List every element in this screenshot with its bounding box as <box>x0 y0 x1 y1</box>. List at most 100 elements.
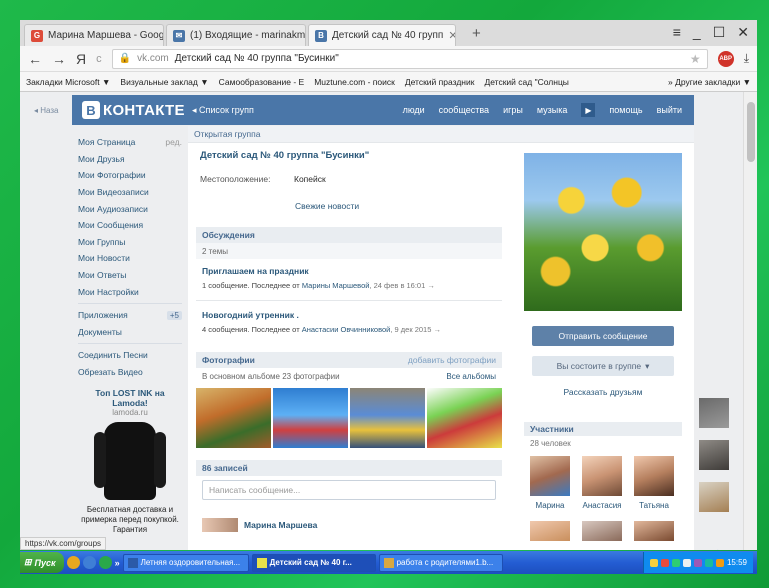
bookmark-item[interactable]: Закладки Microsoft ▼ <box>26 77 110 87</box>
sidebar-item-trim-video[interactable]: Обрезать Видео <box>78 364 182 381</box>
browser-icon[interactable] <box>66 556 80 569</box>
topic-item[interactable]: Новогодний утренник . 4 сообщения. После… <box>202 310 502 334</box>
taskbar-item-active[interactable]: Детский сад № 40 г... <box>251 553 376 572</box>
tab-google[interactable]: G Марина Маршева - Goog <box>24 24 164 46</box>
tab-vk-group[interactable]: В Детский сад № 40 групп ✕ <box>308 24 456 46</box>
avatar[interactable] <box>634 456 674 496</box>
topic-title[interactable]: Новогодний утренник . <box>202 310 502 320</box>
download-icon[interactable]: ⤓ <box>744 51 749 66</box>
member-card[interactable]: Татьяна <box>634 456 674 510</box>
avatar[interactable] <box>530 456 570 496</box>
yandex-button[interactable]: Я <box>76 51 86 67</box>
member-name[interactable]: Марина <box>536 501 565 510</box>
photo-thumb[interactable] <box>699 398 729 428</box>
all-albums-link[interactable]: Все альбомы <box>446 372 496 381</box>
avatar[interactable] <box>582 456 622 496</box>
volume-icon[interactable] <box>715 558 724 567</box>
post-author-name[interactable]: Марина Маршева <box>244 520 317 530</box>
sidebar-item-apps[interactable]: Приложения +5 <box>78 307 182 324</box>
bookmark-item[interactable]: Визуальные заклад ▼ <box>120 77 208 87</box>
tab-mail[interactable]: ✉ (1) Входящие - marinakm <box>166 24 306 46</box>
sidebar-item-messages[interactable]: Мои Сообщения <box>78 217 182 234</box>
member-name[interactable]: Татьяна <box>639 501 669 510</box>
tray-icon[interactable] <box>682 558 691 567</box>
page-scrollbar[interactable] <box>743 92 757 550</box>
maximize-button[interactable]: ☐ <box>713 24 726 41</box>
send-message-button[interactable]: Отправить сообщение <box>532 326 674 346</box>
photo-thumb[interactable] <box>350 388 425 448</box>
member-name[interactable]: Анастасия <box>582 501 621 510</box>
forward-button[interactable]: → <box>52 51 66 67</box>
tell-friends-link[interactable]: Рассказать друзьям <box>524 387 682 397</box>
minimize-button[interactable]: _ <box>693 24 701 41</box>
back-button[interactable]: ← <box>28 51 42 67</box>
photo-thumb[interactable] <box>196 388 271 448</box>
menu-music[interactable]: музыка <box>537 105 568 115</box>
other-bookmarks[interactable]: » Другие закладки ▼ <box>668 77 751 87</box>
edit-link[interactable]: ред. <box>165 137 182 147</box>
sidebar-item-photos[interactable]: Мои Фотографии <box>78 167 182 184</box>
taskbar-item[interactable]: Летняя оздоровительная... <box>122 553 249 572</box>
topic-author[interactable]: Марины Маршевой <box>302 281 370 290</box>
post-author[interactable]: Марина Маршева <box>202 518 317 532</box>
menu-help[interactable]: помощь <box>609 105 642 115</box>
tray-icon[interactable] <box>671 558 680 567</box>
vk-logo[interactable]: В КОНТАКТЕ <box>72 101 192 119</box>
fresh-news-link[interactable]: Свежие новости <box>295 201 359 211</box>
tray-icon[interactable] <box>693 558 702 567</box>
photos-header[interactable]: Фотографии добавить фотографии <box>196 352 502 368</box>
menu-games[interactable]: игры <box>503 105 523 115</box>
close-tab-icon[interactable]: ✕ <box>448 29 455 42</box>
url-field[interactable]: 🔒 vk.com Детский сад № 40 группа "Бусинк… <box>111 48 708 69</box>
tray-icon[interactable] <box>660 558 669 567</box>
sidebar-item-videos[interactable]: Мои Видеозаписи <box>78 184 182 201</box>
menu-logout[interactable]: выйти <box>657 105 682 115</box>
avatar[interactable] <box>582 521 622 541</box>
tray-icon[interactable] <box>704 558 713 567</box>
clock[interactable]: 15:59 <box>727 558 747 567</box>
sidebar-item-join-songs[interactable]: Соединить Песни <box>78 347 182 364</box>
close-window-button[interactable]: ✕ <box>737 24 749 41</box>
new-tab-button[interactable]: + <box>472 25 481 42</box>
sidebar-item-news[interactable]: Мои Новости <box>78 250 182 267</box>
members-header[interactable]: Участники <box>524 422 682 436</box>
avatar[interactable] <box>530 521 570 541</box>
tray-icon[interactable] <box>649 558 658 567</box>
back-link[interactable]: ◂ Наза <box>34 106 59 115</box>
wall-post-input[interactable]: Написать сообщение... <box>202 480 496 500</box>
bookmark-item[interactable]: Детский праздник <box>405 77 475 87</box>
topic-author[interactable]: Анастасии Овчинниковой <box>302 325 391 334</box>
photo-thumb[interactable] <box>273 388 348 448</box>
menu-communities[interactable]: сообщества <box>439 105 489 115</box>
adblock-icon[interactable]: ABP <box>717 50 734 67</box>
sidebar-item-groups[interactable]: Мои Группы <box>78 234 182 251</box>
scrollbar-thumb[interactable] <box>747 102 755 162</box>
bookmark-item[interactable]: Детский сад "Солнцы <box>484 77 568 87</box>
topic-title[interactable]: Приглашаем на праздник <box>202 266 502 276</box>
sidebar-item-audio[interactable]: Мои Аудиозаписи <box>78 200 182 217</box>
reload-icon[interactable]: c <box>96 53 102 65</box>
bookmark-item[interactable]: Самообразование - E <box>219 77 305 87</box>
wall-header[interactable]: 86 записей <box>196 460 502 476</box>
media-icon[interactable] <box>98 556 112 569</box>
ad-block[interactable]: Топ LOST INK на Lamoda! lamoda.ru Беспла… <box>78 388 182 534</box>
play-icon[interactable]: ▶ <box>581 103 596 117</box>
photo-thumb[interactable] <box>427 388 502 448</box>
sidebar-item-settings[interactable]: Мои Настройки <box>78 283 182 300</box>
photo-thumb[interactable] <box>699 440 729 470</box>
sidebar-item-documents[interactable]: Документы <box>78 324 182 341</box>
sidebar-item-my-page[interactable]: Моя Страница ред. <box>78 134 182 151</box>
ad-image[interactable] <box>94 422 166 501</box>
menu-icon[interactable]: ≡ <box>673 24 681 41</box>
topic-item[interactable]: Приглашаем на праздник 1 сообщение. Посл… <box>202 266 502 290</box>
sidebar-item-friends[interactable]: Мои Друзья <box>78 151 182 168</box>
photo-thumb[interactable] <box>699 482 729 512</box>
add-photos-link[interactable]: добавить фотографии <box>408 355 496 365</box>
avatar[interactable] <box>202 518 238 532</box>
discussions-header[interactable]: Обсуждения <box>196 227 502 243</box>
member-card[interactable]: Марина <box>530 456 570 510</box>
taskbar-item[interactable]: работа с родителями1.b... <box>378 553 503 572</box>
quick-launch-more[interactable]: » <box>115 558 120 568</box>
bookmark-star-icon[interactable]: ★ <box>690 52 701 66</box>
groups-list-link[interactable]: ◂ Список групп <box>192 105 372 116</box>
